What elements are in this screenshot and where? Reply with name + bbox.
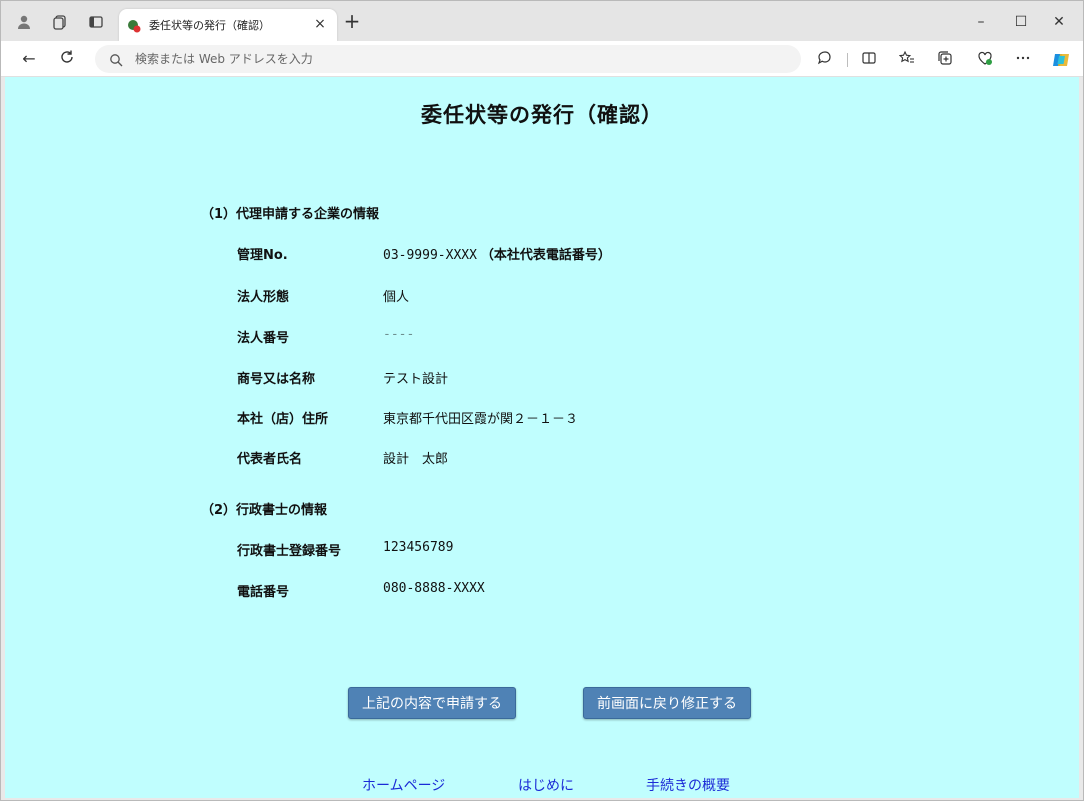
representative-name-label: 代表者氏名 — [237, 452, 303, 467]
tab-active[interactable]: 委任状等の発行（確認） × — [119, 9, 337, 41]
favorites-icon[interactable] — [897, 50, 917, 70]
management-no-note: （本社代表電話番号） — [480, 248, 611, 263]
head-office-address-value: 東京都千代田区霞が関２－１－３ — [383, 412, 579, 427]
registration-number-label: 行政書士登録番号 — [237, 544, 342, 559]
footer-link-home[interactable]: ホームページ — [362, 775, 445, 795]
close-window-button[interactable]: ✕ — [1047, 11, 1071, 33]
page-title: 委任状等の発行（確認） — [421, 103, 663, 127]
new-tab-button[interactable]: + — [343, 11, 361, 31]
tab-close-icon[interactable]: × — [311, 15, 329, 33]
footer-link-overview[interactable]: 手続きの概要 — [646, 775, 730, 795]
corporate-form-value: 個人 — [383, 290, 410, 305]
page-content: 委任状等の発行（確認） （1）代理申請する企業の情報 管理No. 03-9999… — [5, 77, 1079, 798]
address-input[interactable] — [135, 45, 775, 73]
more-icon[interactable] — [1013, 50, 1033, 70]
management-no-label: 管理No. — [237, 248, 288, 263]
profile-icon[interactable] — [15, 13, 33, 31]
phone-number-label: 電話番号 — [237, 585, 290, 600]
section-scrivener-heading: （2）行政書士の情報 — [201, 503, 328, 518]
representative-name-value: 設計 太郎 — [383, 452, 449, 467]
vertical-tabs-icon[interactable] — [87, 13, 105, 31]
back-to-edit-button[interactable]: 前画面に戻り修正する — [583, 687, 751, 719]
trade-name-label: 商号又は名称 — [237, 372, 316, 387]
tab-title: 委任状等の発行（確認） — [149, 19, 270, 32]
copilot-icon[interactable] — [1051, 50, 1071, 70]
collections-icon[interactable] — [935, 50, 955, 70]
browser-essentials-icon[interactable] — [975, 50, 995, 70]
toolbar-divider — [847, 53, 848, 67]
browser-toolbar: ← — [1, 41, 1083, 77]
trade-name-value: テスト設計 — [383, 372, 449, 387]
corporate-form-label: 法人形態 — [237, 290, 290, 305]
workspaces-icon[interactable] — [51, 13, 69, 31]
search-icon — [109, 52, 123, 67]
corporate-number-label: 法人番号 — [237, 331, 290, 346]
read-aloud-icon[interactable] — [815, 50, 835, 70]
management-no-number: 03-9999-XXXX — [383, 248, 477, 263]
browser-window: 委任状等の発行（確認） × + – ☐ ✕ ← 検索または Web アドレスを入… — [0, 0, 1084, 801]
submit-application-button[interactable]: 上記の内容で申請する — [348, 687, 516, 719]
back-button[interactable]: ← — [19, 49, 39, 69]
footer-link-intro[interactable]: はじめに — [518, 775, 574, 795]
management-no-value: 03-9999-XXXX （本社代表電話番号） — [383, 244, 611, 263]
phone-number-value: 080-8888-XXXX — [383, 581, 485, 596]
maximize-button[interactable]: ☐ — [1009, 11, 1033, 33]
section-company-heading: （1）代理申請する企業の情報 — [201, 207, 380, 222]
address-bar[interactable] — [95, 45, 801, 73]
tab-strip: 委任状等の発行（確認） × + – ☐ ✕ — [1, 1, 1083, 41]
registration-number-value: 123456789 — [383, 540, 454, 555]
split-screen-icon[interactable] — [859, 50, 879, 70]
refresh-button[interactable] — [57, 49, 77, 69]
corporate-number-value: ---- — [383, 327, 415, 342]
head-office-address-label: 本社（店）住所 — [237, 412, 329, 427]
minimize-button[interactable]: – — [969, 11, 993, 33]
site-favicon-icon — [127, 18, 141, 33]
